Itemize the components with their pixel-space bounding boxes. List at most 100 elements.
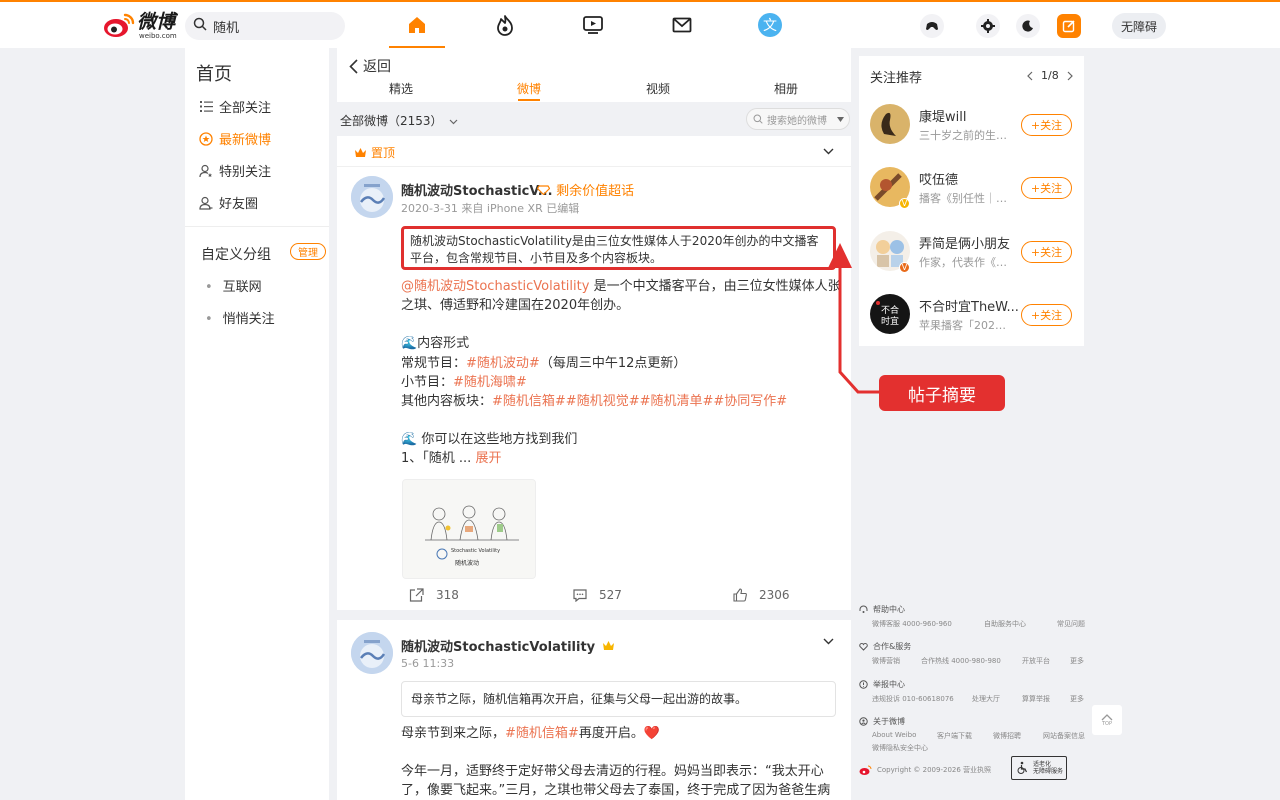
like-button[interactable]: 2306 bbox=[733, 588, 790, 602]
follow-name[interactable]: 弄简是俩小朋友 bbox=[919, 233, 1010, 252]
expand-link[interactable]: 展开 bbox=[475, 451, 501, 466]
footer-link[interactable]: 微博招聘 bbox=[993, 731, 1021, 741]
chevron-left-icon[interactable] bbox=[1027, 71, 1033, 81]
sidebar-item-latest[interactable]: 最新微博 bbox=[199, 129, 271, 148]
footer-link[interactable]: 更多 bbox=[1070, 694, 1084, 704]
back-button[interactable]: 返回 bbox=[349, 56, 391, 76]
footer-link[interactable]: 客户端下载 bbox=[937, 731, 972, 741]
follow-name[interactable]: 哎伍德 bbox=[919, 169, 958, 188]
repost-button[interactable]: 318 bbox=[409, 588, 459, 602]
back-to-top-button[interactable]: TOP bbox=[1092, 705, 1122, 735]
poster-name[interactable]: 随机波动StochasticV... bbox=[401, 180, 553, 199]
chevron-up-icon bbox=[1101, 713, 1113, 721]
hashtag-link[interactable]: #随机信箱##随机视觉##随机清单##协同写作# bbox=[492, 394, 787, 409]
poster-name[interactable]: 随机波动StochasticVolatility bbox=[401, 636, 615, 655]
tab-featured[interactable]: 精选 bbox=[389, 80, 413, 97]
footer-link[interactable]: 微博客服 4000-960-960 bbox=[872, 619, 952, 629]
post-image[interactable]: Stochastic Volatility 随机波动 bbox=[402, 479, 536, 579]
compose-edit-icon[interactable] bbox=[1057, 14, 1081, 38]
post-menu-chevron-icon[interactable] bbox=[823, 634, 834, 649]
body-text: 今年一月，适野终于定好带父母去清迈的行程。妈妈当即表示：“我太开心了，像要飞起来… bbox=[401, 764, 831, 799]
hashtag-link[interactable]: #随机海啸# bbox=[453, 375, 527, 390]
footer-coop-title[interactable]: 合作&服务 bbox=[859, 641, 911, 652]
tab-album[interactable]: 相册 bbox=[774, 80, 798, 97]
follow-name[interactable]: 不合时宜TheW... bbox=[919, 296, 1019, 315]
nav-wenzhang-icon[interactable]: 文 bbox=[757, 12, 783, 38]
post-search-input[interactable]: 搜索她的微博 bbox=[746, 108, 850, 130]
search-input[interactable] bbox=[213, 18, 333, 34]
follow-item[interactable]: V 弄简是俩小朋友 作家，代表作《陌... +关注 bbox=[859, 223, 1084, 285]
follow-button[interactable]: +关注 bbox=[1021, 241, 1072, 263]
dark-mode-moon-icon[interactable] bbox=[1016, 14, 1040, 38]
footer-link[interactable]: About Weibo bbox=[872, 731, 916, 739]
back-to-top-label: TOP bbox=[1101, 721, 1112, 727]
footer-link[interactable]: 网站备案信息 bbox=[1043, 731, 1085, 741]
body-label: 小节目： bbox=[401, 374, 454, 390]
search-box[interactable] bbox=[185, 12, 345, 40]
tab-weibo[interactable]: 微博 bbox=[517, 80, 541, 97]
sidebar-item-label: 最新微博 bbox=[219, 133, 272, 148]
all-weibo-filter[interactable]: 全部微博（2153） bbox=[340, 112, 458, 129]
sidebar-item-all-follow[interactable]: 全部关注 bbox=[199, 97, 271, 116]
footer-link[interactable]: 常见问题 bbox=[1057, 619, 1085, 629]
footer-link[interactable]: 开放平台 bbox=[1022, 656, 1050, 666]
chevron-right-icon[interactable] bbox=[1067, 71, 1073, 81]
accessibility-button[interactable]: 无障碍 bbox=[1112, 13, 1166, 39]
nav-home-icon[interactable] bbox=[404, 12, 430, 38]
tab-video[interactable]: 视频 bbox=[646, 80, 670, 97]
nav-video-icon[interactable] bbox=[580, 12, 606, 38]
manage-groups-button[interactable]: 管理 bbox=[290, 243, 326, 260]
search-icon bbox=[753, 114, 763, 124]
hashtag-link[interactable]: #随机波动# bbox=[466, 356, 540, 371]
verified-badge-icon: V bbox=[899, 262, 910, 273]
avatar[interactable] bbox=[870, 104, 910, 144]
avatar[interactable] bbox=[351, 632, 393, 674]
follow-button[interactable]: +关注 bbox=[1021, 177, 1072, 199]
avatar[interactable] bbox=[351, 176, 393, 218]
caret-down-icon bbox=[837, 116, 844, 122]
hashtag-link[interactable]: #随机信箱# bbox=[505, 726, 579, 741]
follow-button[interactable]: +关注 bbox=[1021, 304, 1072, 326]
footer-report-title[interactable]: 举报中心 bbox=[859, 679, 905, 690]
comment-button[interactable]: 527 bbox=[573, 588, 622, 602]
sidebar-divider bbox=[185, 226, 329, 227]
footer-about-title[interactable]: 关于微博 bbox=[859, 716, 905, 727]
footer-link[interactable]: 微博营销 bbox=[872, 656, 900, 666]
footer-help-title[interactable]: 帮助中心 bbox=[859, 604, 905, 615]
follow-button[interactable]: +关注 bbox=[1021, 114, 1072, 136]
footer-link[interactable]: 自助服务中心 bbox=[984, 619, 1026, 629]
follow-item[interactable]: 康堤will 三十岁之前的生活... +关注 bbox=[859, 96, 1084, 158]
follow-desc: 作家，代表作《陌... bbox=[919, 256, 1011, 269]
sidebar-item-special[interactable]: 特别关注 bbox=[199, 161, 271, 180]
footer-link[interactable]: 处理大厅 bbox=[972, 694, 1000, 704]
super-topic-link[interactable]: 剩余价值超话 bbox=[537, 180, 634, 199]
mention-link[interactable]: @随机波动StochasticVolatility bbox=[401, 279, 589, 294]
user-star-icon bbox=[199, 164, 213, 178]
elderly-accessibility-button[interactable]: 适老化 无障碍服务 bbox=[1011, 756, 1067, 780]
weibo-logo[interactable]: 微博 weibo.com bbox=[103, 12, 177, 40]
truncated-text: 1、「随机 ... bbox=[401, 451, 472, 467]
avatar[interactable]: 不合 时宜 bbox=[870, 294, 910, 334]
nav-hot-icon[interactable] bbox=[492, 12, 518, 38]
post-card: 置顶 随机波动StochasticV... 剩余价值超话 2020-3-31 来… bbox=[337, 136, 851, 610]
game-icon[interactable] bbox=[920, 14, 944, 38]
footer-link[interactable]: 算算举报 bbox=[1022, 694, 1050, 704]
post-menu-chevron-icon[interactable] bbox=[823, 144, 834, 159]
footer-link[interactable]: 合作热线 4000-980-980 bbox=[921, 656, 1001, 666]
super-topic-text: 剩余价值超话 bbox=[556, 184, 635, 199]
footer-link[interactable]: 微博隐私安全中心 bbox=[872, 743, 928, 753]
profile-header: 返回 精选 微博 视频 相册 bbox=[337, 48, 851, 102]
follow-name[interactable]: 康堤will bbox=[919, 106, 966, 125]
settings-gear-icon[interactable] bbox=[976, 14, 1000, 38]
footer-link[interactable]: 违规投诉 010-60618076 bbox=[872, 694, 954, 704]
follow-item[interactable]: 不合 时宜 不合时宜TheW... 苹果播客「2020... +关注 bbox=[859, 286, 1084, 348]
post-meta: 5-6 11:33 bbox=[401, 657, 455, 670]
follow-item[interactable]: V 哎伍德 播客《别任性｜Be... +关注 bbox=[859, 159, 1084, 221]
custom-group-title: 自定义分组 bbox=[201, 247, 271, 263]
sidebar-group-internet[interactable]: 互联网 bbox=[205, 276, 262, 295]
nav-message-icon[interactable] bbox=[669, 12, 695, 38]
sidebar-item-friends[interactable]: 好友圈 bbox=[199, 193, 258, 212]
sidebar-home-title[interactable]: 首页 bbox=[196, 60, 232, 86]
sidebar-group-secret[interactable]: 悄悄关注 bbox=[205, 308, 275, 327]
footer-link[interactable]: 更多 bbox=[1070, 656, 1084, 666]
